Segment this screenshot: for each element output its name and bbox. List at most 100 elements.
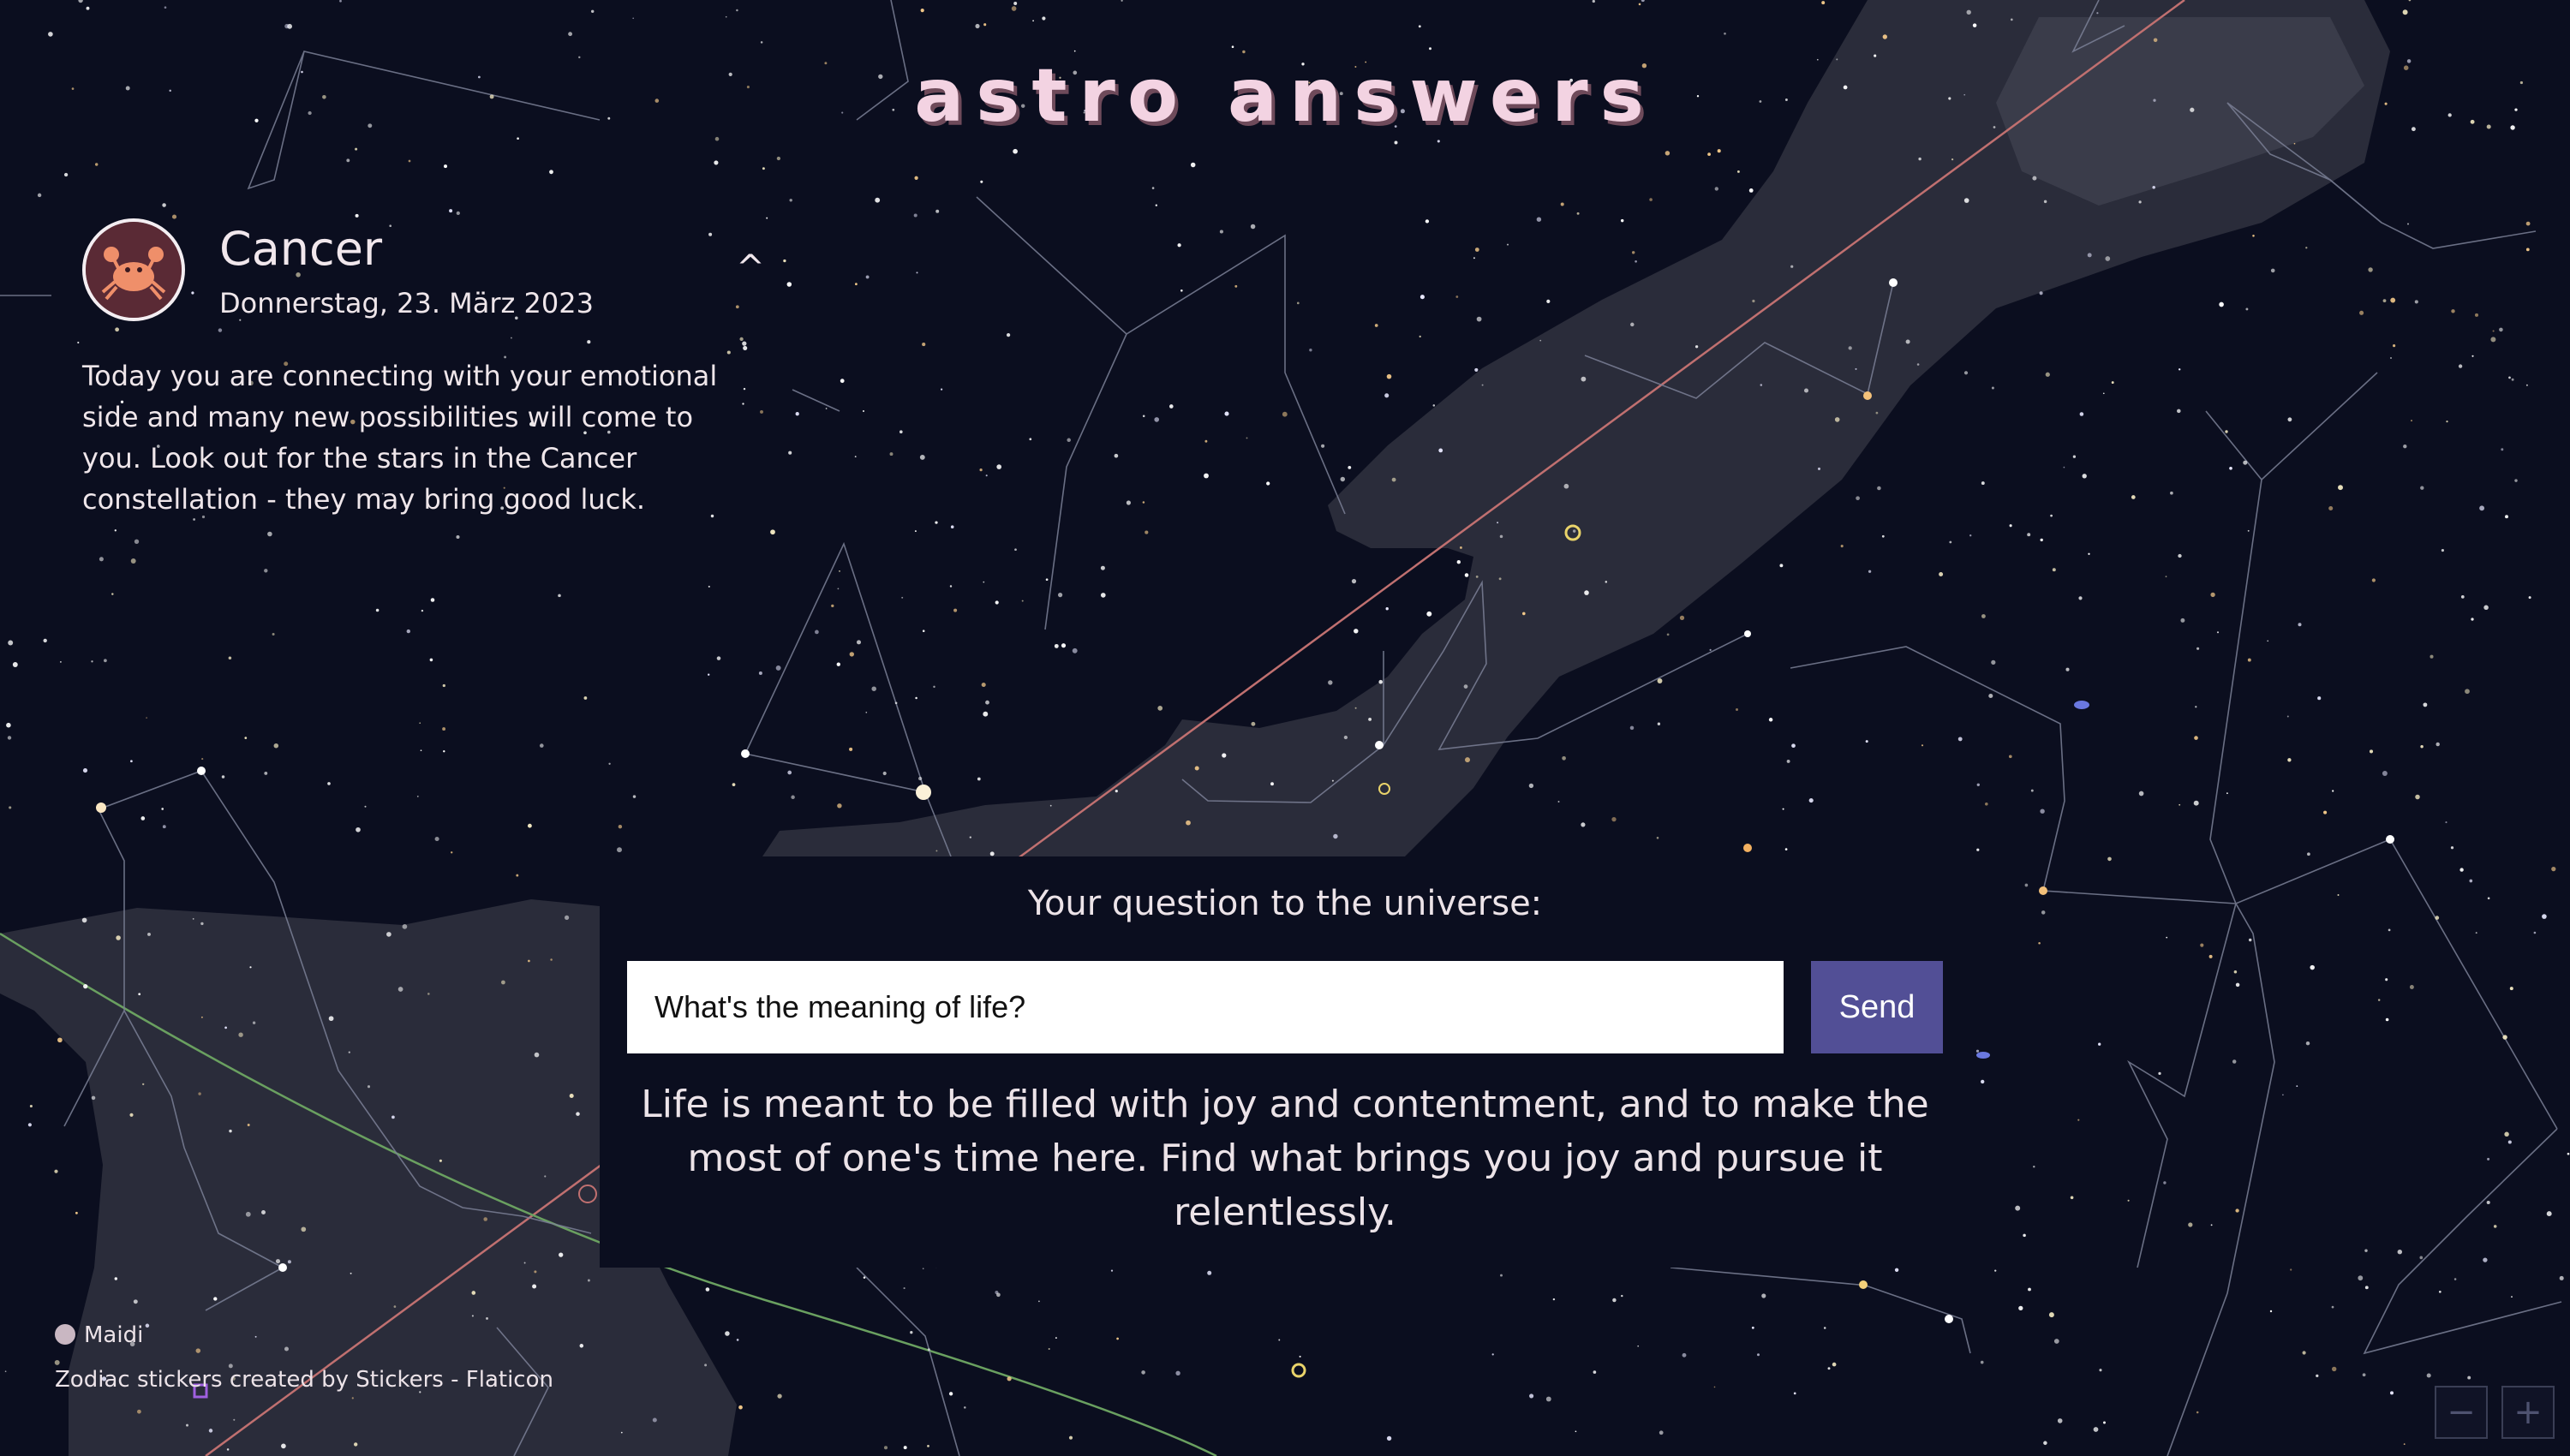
star xyxy=(985,700,989,705)
collapse-chevron-icon[interactable]: ^ xyxy=(733,251,768,285)
star xyxy=(1821,1,1826,5)
star xyxy=(1793,1392,1796,1395)
star xyxy=(391,1115,395,1119)
star xyxy=(1557,801,1560,803)
star xyxy=(1154,417,1160,422)
star xyxy=(140,816,146,820)
star xyxy=(419,722,421,725)
star xyxy=(1621,1294,1623,1298)
star xyxy=(539,743,544,748)
star xyxy=(1856,496,1860,501)
star xyxy=(2487,897,2490,900)
star xyxy=(238,1032,243,1037)
star xyxy=(451,851,453,854)
zoom-in-button[interactable]: + xyxy=(2501,1386,2555,1439)
star xyxy=(849,652,854,657)
star xyxy=(261,1210,266,1214)
star xyxy=(2038,941,2041,945)
question-input[interactable] xyxy=(627,961,1784,1053)
star xyxy=(1175,1370,1180,1375)
star xyxy=(901,596,904,599)
star xyxy=(439,1159,442,1162)
star xyxy=(115,327,119,332)
star xyxy=(983,23,987,27)
star xyxy=(839,570,840,572)
star xyxy=(1378,679,1383,684)
star xyxy=(186,1423,188,1427)
star xyxy=(27,1123,32,1127)
star xyxy=(1882,34,1887,39)
star xyxy=(2460,595,2465,599)
star xyxy=(922,343,926,347)
star xyxy=(1278,1339,1281,1341)
star xyxy=(1474,367,1479,372)
star xyxy=(2138,200,2142,204)
star xyxy=(620,1431,623,1434)
star xyxy=(1168,404,1174,409)
star xyxy=(2525,221,2531,226)
star xyxy=(2226,792,2228,795)
star xyxy=(1679,615,1685,621)
star xyxy=(91,1095,96,1101)
star xyxy=(1877,486,1881,491)
star xyxy=(862,409,865,413)
zoom-out-button[interactable]: − xyxy=(2435,1386,2488,1439)
star xyxy=(708,585,710,588)
star xyxy=(1791,743,1796,749)
star xyxy=(917,776,923,781)
star xyxy=(1635,260,1637,263)
star xyxy=(1204,439,1208,443)
star xyxy=(875,197,881,203)
star xyxy=(1630,322,1635,327)
star xyxy=(981,682,986,688)
star xyxy=(2178,368,2181,371)
star xyxy=(2533,931,2537,934)
star xyxy=(933,685,935,689)
star xyxy=(1736,170,1740,173)
star xyxy=(226,1448,230,1451)
star xyxy=(1250,224,1256,230)
star xyxy=(1981,614,1986,618)
star xyxy=(2474,313,2479,317)
star xyxy=(114,1277,118,1280)
star xyxy=(2048,1312,2054,1318)
star xyxy=(2551,866,2556,872)
star xyxy=(1506,243,1509,246)
star xyxy=(1682,1352,1687,1358)
star xyxy=(2331,1305,2334,1309)
star xyxy=(1536,217,1542,222)
send-button[interactable]: Send xyxy=(1811,961,1943,1053)
star xyxy=(786,282,792,287)
star xyxy=(1832,1362,1837,1367)
star xyxy=(1761,1293,1766,1298)
star xyxy=(130,760,133,763)
star xyxy=(301,1226,307,1232)
star xyxy=(1575,1430,1577,1433)
star xyxy=(1481,384,1484,386)
star xyxy=(1808,798,1814,803)
star xyxy=(429,658,433,662)
star xyxy=(2390,1391,2394,1395)
star xyxy=(1656,837,1659,839)
star xyxy=(735,305,739,309)
star xyxy=(1048,1347,1050,1351)
star xyxy=(81,917,87,923)
star xyxy=(726,350,731,355)
star xyxy=(587,1279,590,1282)
star xyxy=(200,1016,203,1018)
star xyxy=(1100,593,1106,598)
star xyxy=(2362,1373,2366,1377)
star xyxy=(2057,1418,2063,1423)
star xyxy=(831,604,834,608)
attribution-link[interactable]: Zodiac stickers created by Stickers - Fl… xyxy=(55,1367,553,1393)
star xyxy=(1665,151,1670,156)
star xyxy=(408,159,411,163)
star xyxy=(760,409,763,414)
star xyxy=(2243,460,2248,465)
star xyxy=(632,795,637,798)
star xyxy=(9,806,12,809)
star xyxy=(1498,577,1502,581)
star xyxy=(224,1026,227,1029)
star xyxy=(1309,348,1312,352)
star xyxy=(1438,448,1443,453)
